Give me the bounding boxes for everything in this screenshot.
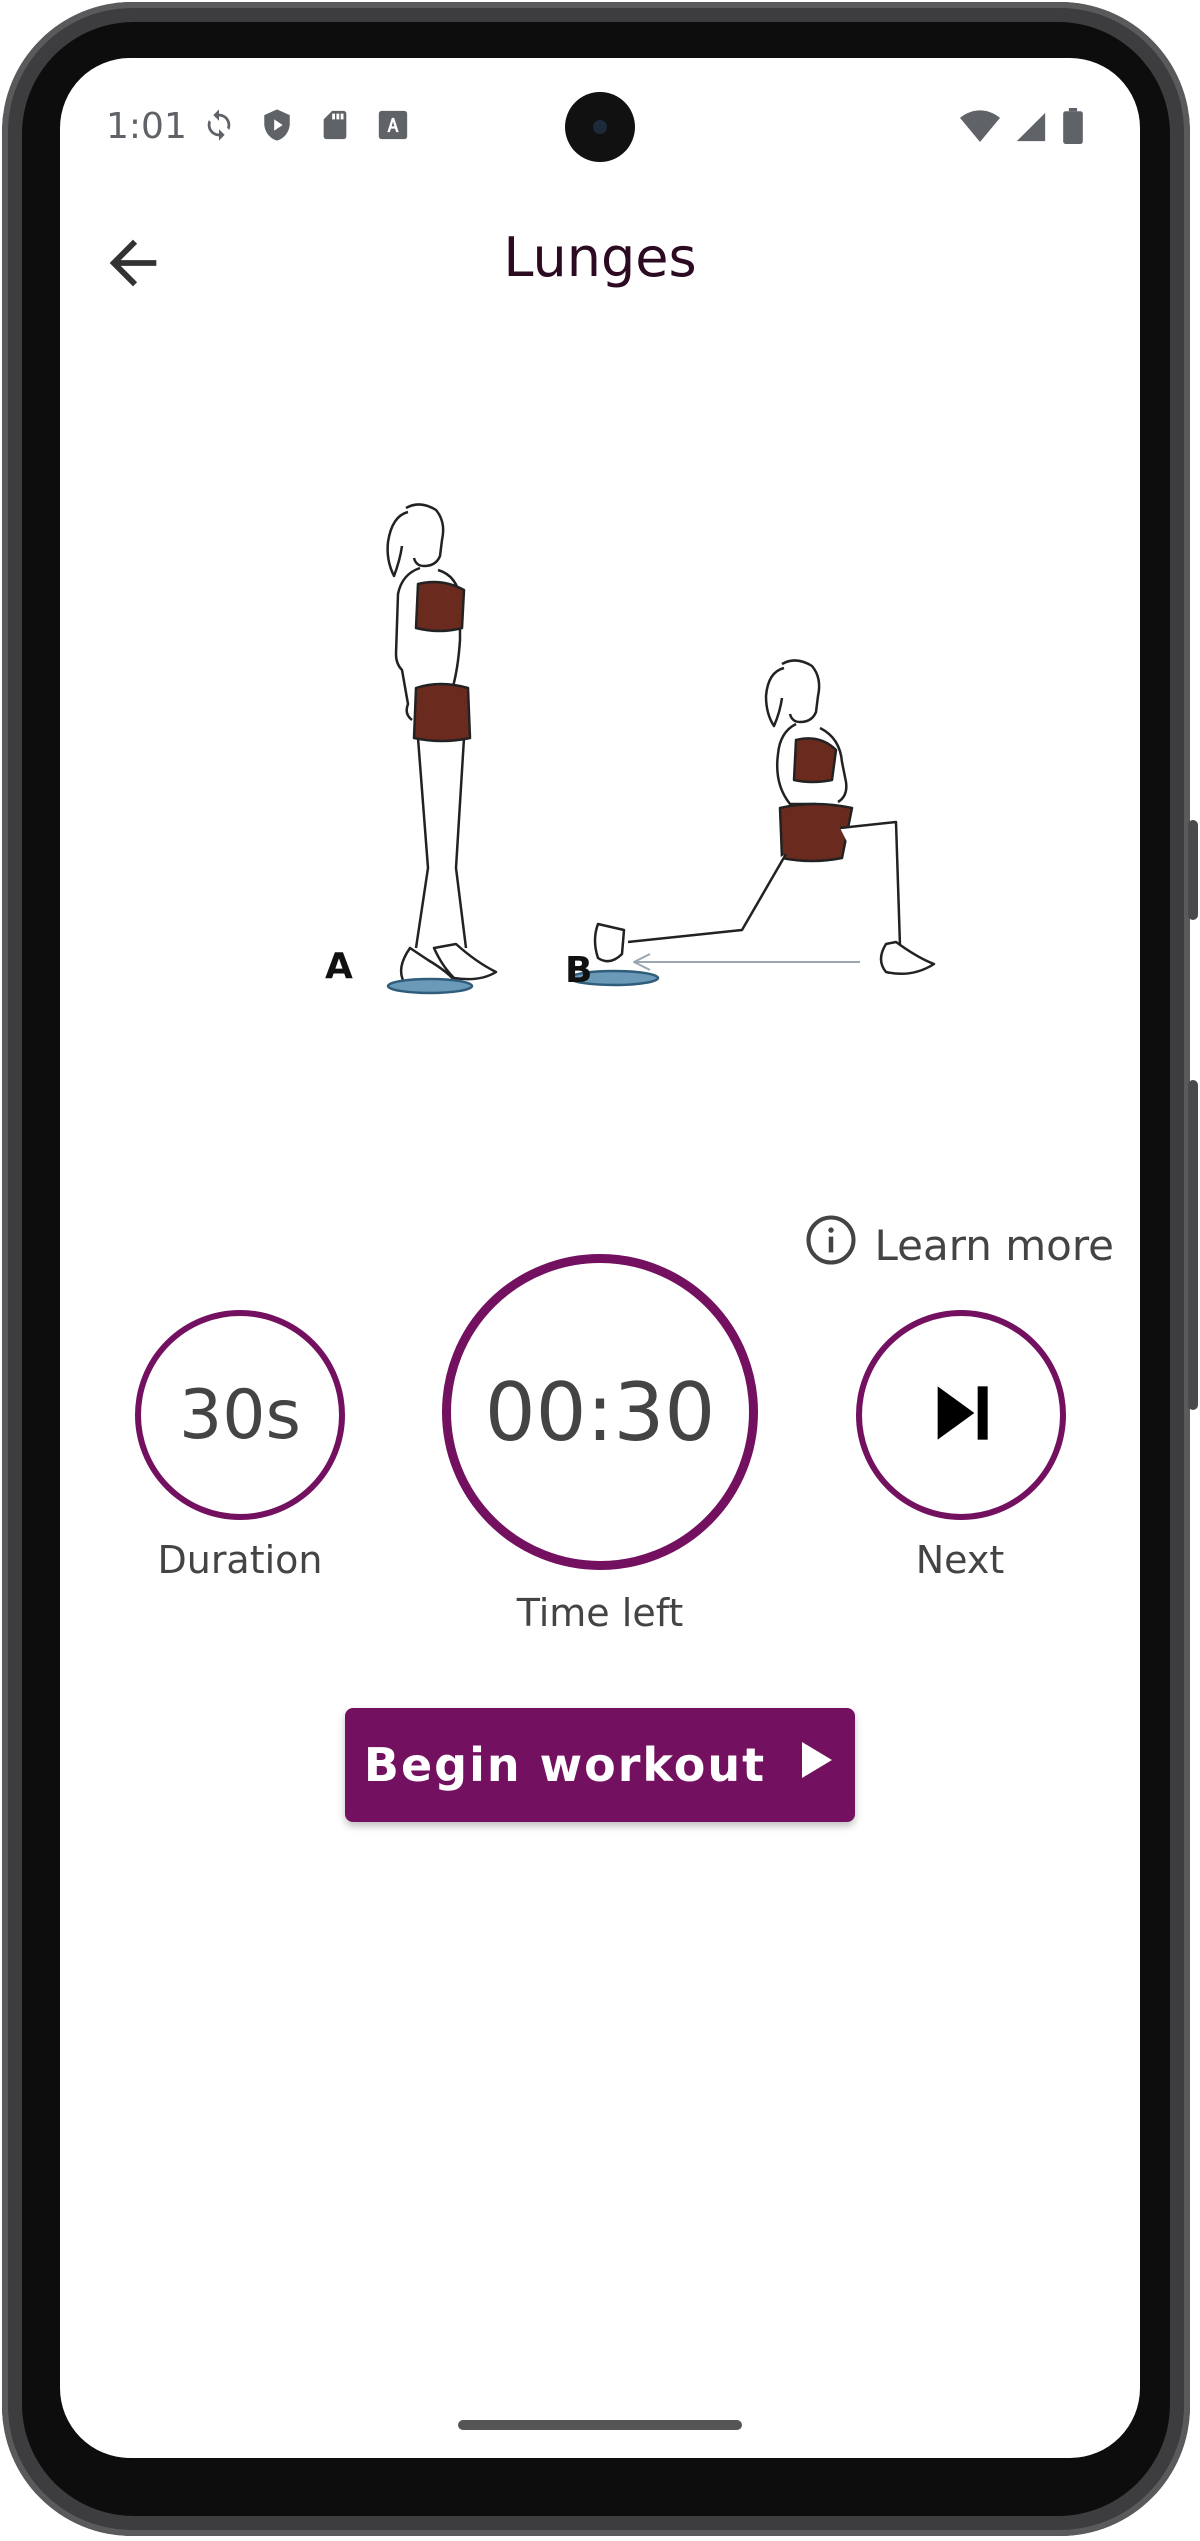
page-title: Lunges xyxy=(503,226,697,289)
shield-icon xyxy=(260,108,294,142)
time-left-value: 00:30 xyxy=(484,1365,716,1459)
learn-more-link[interactable]: Learn more xyxy=(804,1213,1114,1277)
duration-display: 30s xyxy=(135,1310,345,1520)
sync-icon xyxy=(202,108,236,142)
figure-a-standing xyxy=(386,503,498,995)
status-icons-left xyxy=(202,108,410,142)
time-left-label: Time left xyxy=(516,1591,684,1635)
front-camera xyxy=(565,92,635,162)
time-left-display: 00:30 xyxy=(442,1254,758,1570)
next-label: Next xyxy=(915,1538,1005,1582)
duration-label: Duration xyxy=(157,1538,323,1582)
status-time: 1:01 xyxy=(106,106,187,147)
volume-button xyxy=(1188,1080,1198,1410)
learn-more-label: Learn more xyxy=(874,1220,1114,1270)
info-icon xyxy=(804,1213,858,1277)
play-icon xyxy=(796,1738,836,1793)
label-a: A xyxy=(325,946,353,987)
status-icons-right xyxy=(960,108,1084,148)
phone-frame: 1:01 Lunges A B Learn more 30s Duration … xyxy=(0,0,1200,2541)
gesture-nav-bar[interactable] xyxy=(458,2420,742,2430)
next-button[interactable] xyxy=(856,1310,1066,1520)
exercise-illustration: A B xyxy=(325,503,936,995)
app-screen: 1:01 Lunges A B Learn more 30s Duration … xyxy=(60,58,1140,2458)
font-icon xyxy=(376,108,410,142)
battery-icon xyxy=(1062,108,1084,148)
signal-icon xyxy=(1014,110,1048,148)
wifi-icon xyxy=(960,110,1000,148)
skip-next-icon xyxy=(921,1373,1001,1457)
begin-workout-button[interactable]: Begin workout xyxy=(345,1708,855,1822)
duration-value: 30s xyxy=(179,1375,301,1455)
sd-card-icon xyxy=(318,108,352,142)
label-b: B xyxy=(565,950,592,991)
power-button xyxy=(1188,820,1198,920)
begin-workout-label: Begin workout xyxy=(363,1738,767,1792)
figure-b-lunge xyxy=(568,659,936,987)
